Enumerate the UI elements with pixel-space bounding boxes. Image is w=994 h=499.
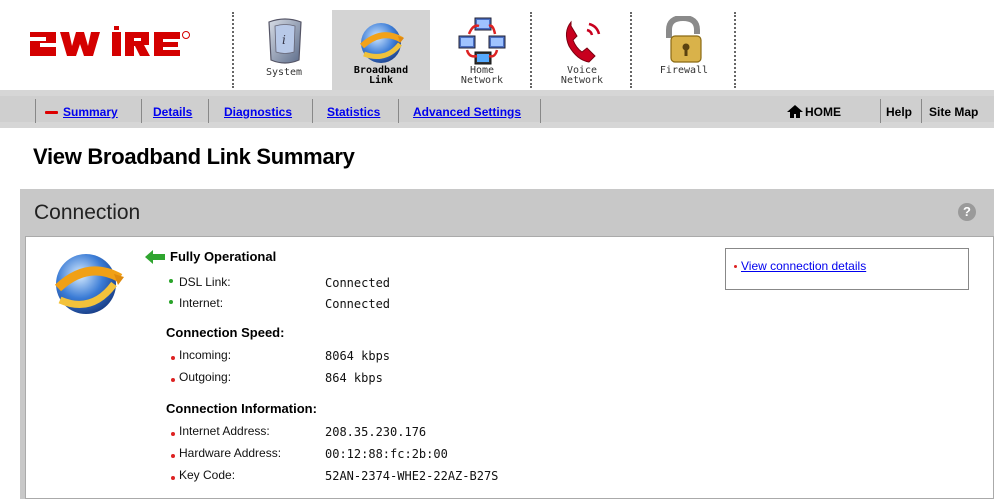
tab-broadband-link[interactable]: Broadband Link xyxy=(332,10,430,90)
site-map-link[interactable]: Site Map xyxy=(929,105,978,119)
home-network-icon xyxy=(458,17,506,65)
tab-home-label-2: Network xyxy=(460,75,504,86)
connection-information-heading: Connection Information: xyxy=(166,401,317,416)
outgoing-value: 864 kbps xyxy=(325,371,383,385)
subnav-separator xyxy=(880,99,881,123)
subnav-advanced-settings[interactable]: Advanced Settings xyxy=(413,105,521,119)
hardware-address-label: Hardware Address: xyxy=(179,446,282,460)
tab-broadband-label-2: Link xyxy=(368,75,394,86)
bullet xyxy=(169,300,173,304)
home-icon[interactable] xyxy=(787,105,803,118)
dsl-link-label: DSL Link: xyxy=(179,275,231,289)
hardware-address-value: 00:12:88:fc:2b:00 xyxy=(325,447,448,461)
incoming-value: 8064 kbps xyxy=(325,349,391,363)
subnav-statistics[interactable]: Statistics xyxy=(327,105,380,119)
tab-voice-network[interactable]: Voice Network xyxy=(538,10,626,90)
bullet xyxy=(171,454,175,458)
key-code-label: Key Code: xyxy=(179,468,236,482)
incoming-label: Incoming: xyxy=(179,348,232,362)
bullet xyxy=(171,356,175,360)
header: i System Broadband Link Home Network Voi… xyxy=(0,0,994,92)
view-connection-details-link[interactable]: View connection details xyxy=(741,259,866,273)
tab-home-network[interactable]: Home Network xyxy=(436,10,528,90)
current-page-indicator xyxy=(45,111,58,114)
svg-text:i: i xyxy=(282,33,286,47)
connection-status: Fully Operational xyxy=(170,249,277,264)
bullet xyxy=(171,378,175,382)
subnav-summary[interactable]: Summary xyxy=(63,105,118,119)
connection-speed-heading: Connection Speed: xyxy=(166,325,285,340)
phone-icon xyxy=(565,20,601,63)
tab-firewall-label: Firewall xyxy=(659,65,709,76)
subnav-separator xyxy=(312,99,313,123)
header-divider xyxy=(630,12,632,88)
subnav-details[interactable]: Details xyxy=(153,105,192,119)
header-divider xyxy=(734,12,736,88)
outgoing-label: Outgoing: xyxy=(179,370,232,384)
bullet xyxy=(171,476,175,480)
subnav-separator xyxy=(208,99,209,123)
internet-label: Internet: xyxy=(179,296,224,310)
subnav-diagnostics[interactable]: Diagnostics xyxy=(224,105,292,119)
tab-system-label: System xyxy=(265,67,303,78)
broadband-globe-icon xyxy=(359,23,404,63)
bullet xyxy=(734,265,737,268)
connection-heading: Connection xyxy=(34,201,141,224)
tab-system[interactable]: i System xyxy=(244,10,324,90)
header-divider xyxy=(530,12,532,88)
home-link[interactable]: HOME xyxy=(805,105,841,119)
help-link[interactable]: Help xyxy=(886,105,912,119)
2wire-logo[interactable] xyxy=(30,24,218,60)
subnav-separator xyxy=(35,99,36,123)
internet-address-value: 208.35.230.176 xyxy=(325,425,427,439)
subnav-separator xyxy=(921,99,922,123)
tab-voice-label-2: Network xyxy=(560,75,604,86)
header-divider xyxy=(232,12,234,88)
subnav-separator xyxy=(141,99,142,123)
tab-firewall[interactable]: Firewall xyxy=(640,10,728,90)
broadband-globe-icon xyxy=(54,254,124,314)
internet-value: Connected xyxy=(325,297,391,311)
dsl-link-value: Connected xyxy=(325,276,391,290)
bullet xyxy=(169,279,173,283)
internet-address-label: Internet Address: xyxy=(179,424,270,438)
subnav-separator xyxy=(398,99,399,123)
help-icon[interactable]: ? xyxy=(958,203,976,221)
status-ok-arrow-icon xyxy=(145,250,165,264)
page-title: View Broadband Link Summary xyxy=(33,144,355,169)
system-icon: i xyxy=(268,18,302,64)
padlock-icon xyxy=(666,16,702,63)
subnav-separator xyxy=(540,99,541,123)
key-code-value: 52AN-2374-WHE2-22AZ-B27S xyxy=(325,469,499,483)
bullet xyxy=(171,432,175,436)
